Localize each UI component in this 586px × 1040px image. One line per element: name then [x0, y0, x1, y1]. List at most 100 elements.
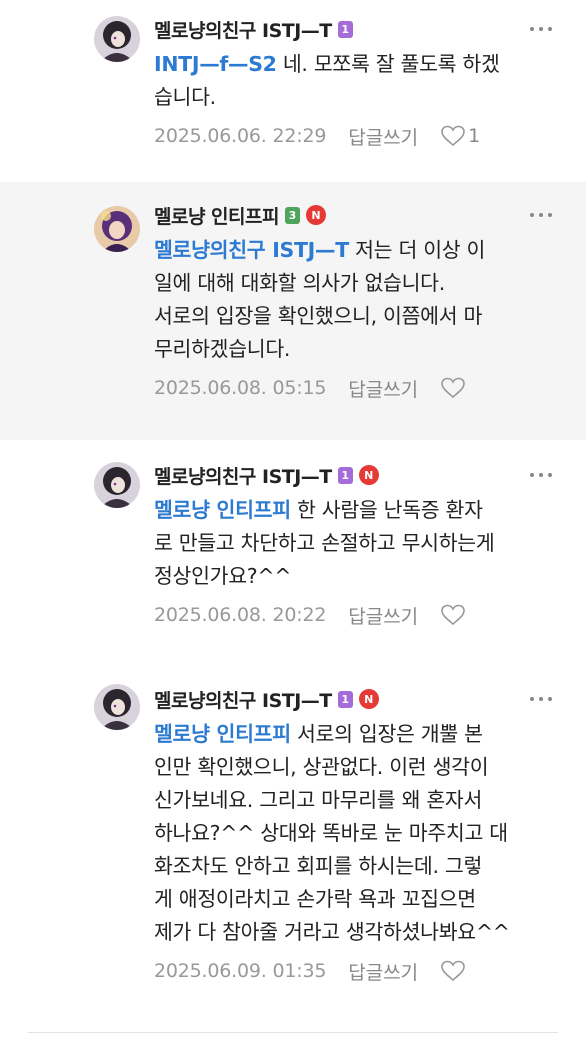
comment-author-row: 멜로냥의친구 ISTJ—T 1 — [154, 14, 556, 44]
divider — [28, 1032, 558, 1033]
comment-line: 멜로냥 인티프피 서로의 입장은 개뿔 본 — [154, 718, 556, 751]
comment-author-row: 멜로냥의친구 ISTJ—T 1 N — [154, 684, 556, 714]
comment-text: 서로의 입장을 확인했으니, 이쯤에서 마 — [154, 304, 483, 328]
comment-meta: 2025.06.08. 05:15 답글쓰기 — [154, 375, 556, 402]
comment-line: 서로의 입장을 확인했으니, 이쯤에서 마 — [154, 300, 556, 333]
comment-line: 멜로냥의친구 ISTJ—T 저는 더 이상 이 — [154, 234, 556, 267]
avatar-dark-icon[interactable] — [94, 16, 140, 62]
reply-button[interactable]: 답글쓰기 — [348, 958, 418, 985]
comment-line: 화조차도 안하고 회피를 하시는데. 그렇 — [154, 850, 556, 883]
dot — [530, 473, 534, 477]
dot — [539, 697, 543, 701]
dot — [539, 473, 543, 477]
comment-text: 습니다. — [154, 85, 216, 109]
dot — [530, 27, 534, 31]
like-button[interactable] — [440, 604, 466, 626]
comment-item: 멜로냥의친구 ISTJ—T 1 INTJ—f—S2 네. 모쪼록 잘 풀도록 하겠습… — [0, 0, 586, 182]
comment-text: 정상인가요?^^ — [154, 564, 292, 588]
comment-line: 게 애정이라치고 손가락 욕과 꼬집으면 — [154, 883, 556, 916]
comment-date: 2025.06.09. 01:35 — [154, 960, 327, 982]
level-badge: 1 — [337, 690, 353, 708]
comment-text: 제가 다 참아줄 거라고 생각하셨나봐요^^ — [154, 920, 510, 944]
dot — [548, 473, 552, 477]
comment-line: 정상인가요?^^ — [154, 560, 556, 593]
new-badge: N — [358, 689, 379, 709]
dot — [530, 213, 534, 217]
like-button[interactable]: 1 — [440, 125, 480, 147]
more-options-icon[interactable] — [530, 471, 552, 479]
dot — [539, 27, 543, 31]
level-badge: 1 — [337, 466, 353, 484]
reply-button[interactable]: 답글쓰기 — [348, 602, 418, 629]
comment-text: 한 사람을 난독증 환자 — [290, 498, 483, 522]
comment-text: 하나요?^^ 상대와 똑바로 눈 마주치고 대 — [154, 821, 508, 845]
more-options-icon[interactable] — [530, 25, 552, 33]
comment-body: INTJ—f—S2 네. 모쪼록 잘 풀도록 하겠습니다. — [154, 48, 556, 114]
dot — [530, 697, 534, 701]
comment-text: 일에 대해 대화할 의사가 없습니다. — [154, 271, 445, 295]
reply-button[interactable]: 답글쓰기 — [348, 123, 418, 150]
comment-line: 제가 다 참아줄 거라고 생각하셨나봐요^^ — [154, 916, 556, 949]
comment-author-row: 멜로냥 인티프피 3 N — [154, 200, 556, 230]
heart-icon — [441, 377, 465, 399]
comment-item: 멜로냥 인티프피 3 N 멜로냥의친구 ISTJ—T 저는 더 이상 이일에 대해 대… — [0, 182, 586, 440]
comment-text: 저는 더 이상 이 — [348, 238, 486, 262]
comment-meta: 2025.06.09. 01:35 답글쓰기 — [154, 958, 556, 985]
comment-date: 2025.06.08. 05:15 — [154, 377, 327, 399]
comment-author-row: 멜로냥의친구 ISTJ—T 1 N — [154, 460, 556, 490]
comment-body: 멜로냥 인티프피 한 사람을 난독증 환자로 만들고 차단하고 손절하고 무시하… — [154, 494, 556, 593]
level-badge: 3 — [284, 206, 300, 224]
avatar-purple-icon[interactable] — [94, 206, 140, 252]
mention-link[interactable]: 멜로냥 인티프피 — [154, 722, 291, 746]
like-count: 1 — [468, 125, 481, 147]
dot — [548, 27, 552, 31]
heart-icon — [441, 960, 465, 982]
comment-line: 로 만들고 차단하고 손절하고 무시하는게 — [154, 527, 556, 560]
author-name[interactable]: 멜로냥 인티프피 — [154, 202, 279, 229]
dot — [539, 213, 543, 217]
comment-text: 인만 확인했으니, 상관없다. 이런 생각이 — [154, 755, 489, 779]
author-name[interactable]: 멜로냥의친구 ISTJ—T — [154, 686, 332, 713]
dot — [548, 213, 552, 217]
comment-line: 습니다. — [154, 81, 556, 114]
like-button[interactable] — [440, 377, 466, 399]
mention-link[interactable]: 멜로냥의친구 ISTJ—T — [154, 238, 349, 262]
avatar-dark-icon[interactable] — [94, 462, 140, 508]
comment-text: 서로의 입장은 개뿔 본 — [290, 722, 483, 746]
dot — [548, 697, 552, 701]
heart-icon — [441, 125, 465, 147]
more-options-icon[interactable] — [530, 211, 552, 219]
more-options-icon[interactable] — [530, 695, 552, 703]
comment-meta: 2025.06.06. 22:29 답글쓰기 1 — [154, 123, 556, 150]
avatar-dark-icon[interactable] — [94, 684, 140, 730]
level-badge: 1 — [337, 20, 353, 38]
comment-line: INTJ—f—S2 네. 모쪼록 잘 풀도록 하겠 — [154, 48, 556, 81]
mention-link[interactable]: INTJ—f—S2 — [154, 52, 277, 76]
comment-date: 2025.06.06. 22:29 — [154, 125, 327, 147]
comment-meta: 2025.06.08. 20:22 답글쓰기 — [154, 602, 556, 629]
comment-text: 화조차도 안하고 회피를 하시는데. 그렇 — [154, 854, 483, 878]
like-button[interactable] — [440, 960, 466, 982]
comment-text: 네. 모쪼록 잘 풀도록 하겠 — [276, 52, 500, 76]
comment-text: 로 만들고 차단하고 손절하고 무시하는게 — [154, 531, 495, 555]
comment-line: 신가보네요. 그리고 마무리를 왜 혼자서 — [154, 784, 556, 817]
author-name[interactable]: 멜로냥의친구 ISTJ—T — [154, 16, 332, 43]
comment-line: 인만 확인했으니, 상관없다. 이런 생각이 — [154, 751, 556, 784]
comment-line: 일에 대해 대화할 의사가 없습니다. — [154, 267, 556, 300]
comment-line: 멜로냥 인티프피 한 사람을 난독증 환자 — [154, 494, 556, 527]
comment-date: 2025.06.08. 20:22 — [154, 604, 327, 626]
new-badge: N — [305, 205, 326, 225]
comment-text: 무리하겠습니다. — [154, 337, 291, 361]
comment-body: 멜로냥 인티프피 서로의 입장은 개뿔 본인만 확인했으니, 상관없다. 이런 … — [154, 718, 556, 949]
comment-item: 멜로냥의친구 ISTJ—T 1 N 멜로냥 인티프피 서로의 입장은 개뿔 본인만 확… — [0, 660, 586, 1040]
comment-body: 멜로냥의친구 ISTJ—T 저는 더 이상 이일에 대해 대화할 의사가 없습니… — [154, 234, 556, 366]
comment-text: 게 애정이라치고 손가락 욕과 꼬집으면 — [154, 887, 476, 911]
comment-text: 신가보네요. 그리고 마무리를 왜 혼자서 — [154, 788, 483, 812]
mention-link[interactable]: 멜로냥 인티프피 — [154, 498, 291, 522]
author-name[interactable]: 멜로냥의친구 ISTJ—T — [154, 462, 332, 489]
heart-icon — [441, 604, 465, 626]
new-badge: N — [358, 465, 379, 485]
comment-line: 무리하겠습니다. — [154, 333, 556, 366]
reply-button[interactable]: 답글쓰기 — [348, 375, 418, 402]
comment-line: 하나요?^^ 상대와 똑바로 눈 마주치고 대 — [154, 817, 556, 850]
